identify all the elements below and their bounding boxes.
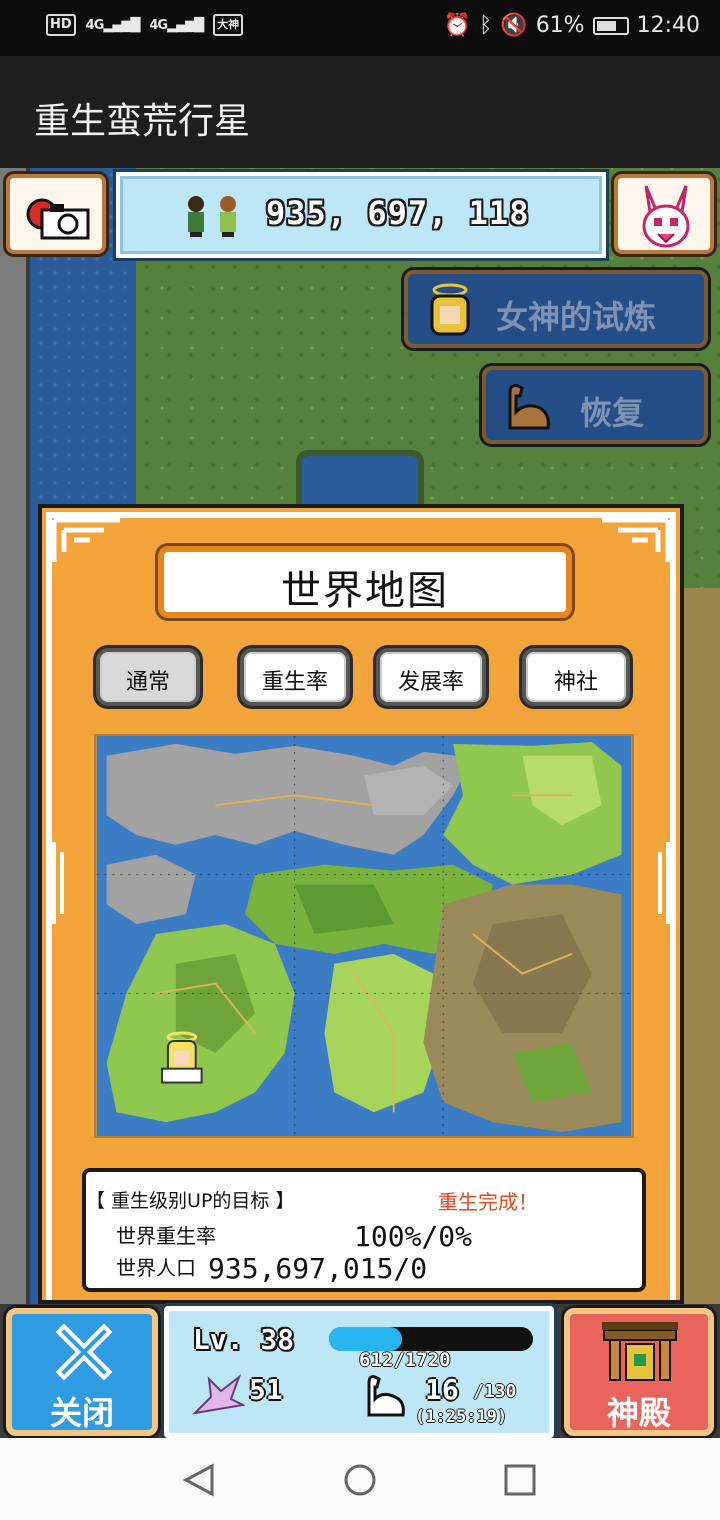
xp-text: 612/1720	[359, 1349, 451, 1371]
home-icon[interactable]	[340, 1462, 380, 1498]
world-map-title: 世界地图	[281, 568, 449, 614]
app-title: 重生蛮荒行星	[34, 101, 251, 142]
temple-label: 神殿	[606, 1394, 671, 1432]
tab-normal-label: 通常	[125, 670, 170, 695]
screenshot-button[interactable]	[6, 174, 106, 254]
xp-bar-fill	[329, 1327, 402, 1351]
bluetooth-icon: ᛒ	[479, 13, 493, 38]
close-button[interactable]: 关闭	[6, 1308, 158, 1436]
signal-icon-2: 4G▂▄▆█	[149, 17, 204, 33]
muscle-arm-icon	[508, 384, 550, 430]
tab-shrine[interactable]: 神社	[522, 648, 630, 706]
right-ornament	[658, 842, 670, 924]
stone-cliff	[0, 168, 30, 1438]
tab-rebirth-rate-label: 重生率	[261, 670, 328, 695]
tab-development-rate[interactable]: 发展率	[376, 648, 486, 706]
corner-ornament-right	[602, 517, 671, 562]
stamina-arm-icon	[367, 1375, 405, 1417]
recents-icon[interactable]	[500, 1462, 540, 1498]
world-population-label: 世界人口	[116, 1256, 196, 1280]
bottom-bar: 关闭 Lv. 38 612/1720 51 16 /130 (1:25:19)	[0, 1304, 720, 1438]
bunny-menu-button[interactable]	[614, 174, 714, 254]
goal-status: 重生完成！	[438, 1190, 538, 1214]
left-ornament	[52, 842, 64, 924]
rebirth-rate-value: 100%/0%	[354, 1220, 473, 1253]
player-status-panel: Lv. 38 612/1720 51 16 /130 (1:25:19)	[164, 1306, 554, 1438]
temple-button[interactable]: 神殿	[564, 1308, 714, 1436]
wing-icon	[192, 1374, 245, 1415]
corner-ornament-left	[51, 517, 120, 562]
villagers-icon	[188, 196, 236, 237]
carrier-badge: 大神	[213, 14, 244, 36]
camera-icon	[26, 198, 90, 240]
stamina-value: 16	[425, 1373, 459, 1406]
close-label: 关闭	[49, 1394, 114, 1432]
system-status-bar: HD 4G▂▄▆█ 4G▂▄▆█ 大神 ⏰ ᛒ 🔇 61% 12:40	[0, 0, 720, 56]
battery-icon	[592, 16, 629, 35]
battery-percent: 61%	[535, 13, 585, 38]
signal-icon-1: 4G▂▄▆█	[85, 17, 141, 33]
xp-bar: 612/1720	[329, 1327, 533, 1371]
goal-heading: 【 重生级别UP的目标 】	[86, 1190, 295, 1212]
goddess-icon	[430, 283, 470, 336]
android-nav-bar	[0, 1438, 720, 1520]
game-view[interactable]: 935, 697, 118 女神的试炼 恢复 世界地图 通常 重生率 发展率 神…	[0, 168, 720, 1438]
world-population-value: 935,697,015/0	[208, 1252, 428, 1285]
tab-development-rate-label: 发展率	[397, 670, 464, 695]
temple-icon	[602, 1322, 678, 1381]
stamina-timer: (1:25:19)	[415, 1407, 508, 1427]
hd-badge: HD	[46, 14, 76, 36]
world-map-dialog: 世界地图 通常 重生率 发展率 神社 【 重生级别UP的目标 】 重生完成！ 世…	[38, 504, 684, 1304]
close-icon	[56, 1324, 112, 1380]
goddess-trial-button[interactable]: 女神的试炼	[404, 270, 708, 348]
population-counter: 935, 697, 118	[266, 194, 530, 232]
wing-count: 51	[249, 1373, 283, 1406]
tab-normal[interactable]: 通常	[96, 648, 200, 706]
world-map-title-box: 世界地图	[158, 546, 572, 618]
bunny-icon	[642, 185, 690, 248]
tab-rebirth-rate[interactable]: 重生率	[240, 648, 350, 706]
population-panel: 935, 697, 118	[116, 172, 606, 258]
recover-button[interactable]: 恢复	[482, 366, 708, 444]
tab-shrine-label: 神社	[553, 670, 598, 695]
goddess-trial-label: 女神的试炼	[496, 298, 657, 336]
alarm-icon: ⏰	[443, 13, 472, 38]
world-map-view[interactable]	[94, 734, 634, 1138]
stamina-max: /130	[473, 1381, 517, 1402]
rebirth-goal-box: 【 重生级别UP的目标 】 重生完成！ 世界重生率 100%/0% 世界人口 9…	[82, 1168, 646, 1292]
mute-icon: 🔇	[500, 13, 528, 38]
app-bar: 重生蛮荒行星	[0, 56, 720, 168]
level-label: Lv. 38	[193, 1323, 295, 1356]
rebirth-rate-label: 世界重生率	[116, 1224, 216, 1248]
back-icon[interactable]	[180, 1462, 220, 1498]
clock: 12:40	[636, 13, 700, 38]
recover-label: 恢复	[580, 394, 645, 432]
